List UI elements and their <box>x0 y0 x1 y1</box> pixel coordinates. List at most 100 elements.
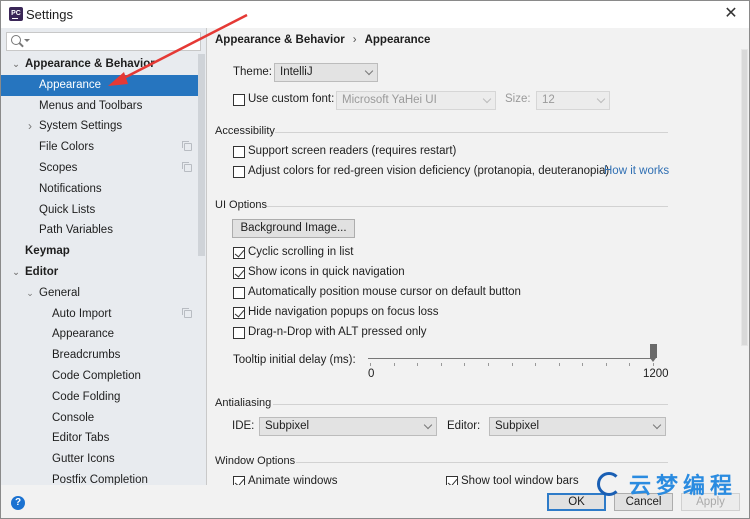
sidebar-item-appearance-behavior[interactable]: ⌄ Appearance & Behavior <box>1 54 198 75</box>
use-custom-font-label: Use custom font: <box>248 93 335 105</box>
sidebar-item-editor-tabs[interactable]: Editor Tabs <box>1 428 198 449</box>
font-size-select[interactable]: 12 <box>536 91 610 110</box>
cyclic-scrolling-label: Cyclic scrolling in list <box>248 246 354 258</box>
ide-antialiasing-select[interactable]: Subpixel <box>259 417 437 436</box>
sidebar-item-notifications[interactable]: Notifications <box>1 179 198 200</box>
window-options-section-title: Window Options <box>215 455 296 467</box>
theme-label: Theme: <box>233 66 272 78</box>
hide-navigation-popups-label: Hide navigation popups on focus loss <box>248 306 439 318</box>
sidebar-item-breadcrumbs[interactable]: Breadcrumbs <box>1 345 198 366</box>
close-button[interactable]: ✕ <box>721 4 741 24</box>
editor-antialiasing-select[interactable]: Subpixel <box>489 417 666 436</box>
sidebar-item-quick-lists[interactable]: Quick Lists <box>1 200 198 221</box>
sidebar-item-label: General <box>39 286 80 299</box>
search-icon <box>11 35 21 45</box>
slider-tick <box>605 363 607 366</box>
sidebar-item-label: Code Folding <box>52 390 121 403</box>
main-panel-scrollbar[interactable] <box>741 49 748 346</box>
sidebar-item-label: Console <box>52 411 95 424</box>
sidebar-item-scopes[interactable]: Scopes <box>1 158 198 179</box>
cyclic-scrolling-checkbox[interactable] <box>233 247 245 259</box>
auto-position-mouse-cursor-label: Automatically position mouse cursor on d… <box>248 286 521 298</box>
custom-font-select[interactable]: Microsoft YaHei UI <box>336 91 496 110</box>
slider-tick <box>558 363 560 366</box>
drag-n-drop-alt-checkbox[interactable] <box>233 327 245 339</box>
chevron-down-icon[interactable]: ⌄ <box>25 283 35 304</box>
animate-windows-checkbox[interactable] <box>233 476 245 485</box>
sidebar-item-code-completion[interactable]: Code Completion <box>1 366 198 387</box>
slider-max-label: 1200 <box>643 368 669 380</box>
use-custom-font-checkbox[interactable] <box>233 94 245 106</box>
sidebar-item-editor[interactable]: ⌄ Editor <box>1 262 198 283</box>
watermark: 云梦编程 <box>597 470 737 499</box>
breadcrumb: Appearance & Behavior › Appearance <box>215 34 430 46</box>
show-tool-window-bars-checkbox[interactable] <box>446 476 458 485</box>
support-screen-readers-checkbox[interactable] <box>233 146 245 158</box>
sidebar-item-file-colors[interactable]: File Colors <box>1 137 198 158</box>
chevron-down-icon <box>482 94 492 104</box>
hide-navigation-popups-checkbox[interactable] <box>233 307 245 319</box>
settings-search-input[interactable] <box>6 32 201 51</box>
sidebar-item-label: Editor Tabs <box>52 432 110 445</box>
sidebar-item-menus-and-toolbars[interactable]: Menus and Toolbars <box>1 96 198 117</box>
slider-tick <box>464 363 466 366</box>
help-icon[interactable]: ? <box>11 496 25 510</box>
sidebar-item-label: Scopes <box>39 161 78 174</box>
sidebar-item-postfix-completion[interactable]: Postfix Completion <box>1 470 198 485</box>
theme-select-value: IntelliJ <box>280 66 313 78</box>
slider-thumb[interactable] <box>650 344 657 362</box>
sidebar-item-label: Postfix Completion <box>52 473 148 485</box>
antialiasing-section-title: Antialiasing <box>215 397 272 409</box>
chevron-down-icon <box>364 66 374 76</box>
sidebar-item-label: Appearance <box>52 328 115 341</box>
section-divider <box>296 462 668 463</box>
project-scope-copy-icon <box>182 307 192 318</box>
sidebar-item-label: System Settings <box>39 120 123 133</box>
sidebar-item-appearance[interactable]: Appearance <box>1 74 198 96</box>
how-it-works-link[interactable]: How it works <box>604 165 669 177</box>
show-icons-quick-navigation-label: Show icons in quick navigation <box>248 266 405 278</box>
sidebar-item-label: Quick Lists <box>39 203 96 216</box>
background-image-button[interactable]: Background Image... <box>232 219 355 238</box>
slider-tick <box>629 363 631 366</box>
editor-antialiasing-value: Subpixel <box>495 420 540 432</box>
sidebar-item-label: Keymap <box>25 245 70 258</box>
sidebar-item-label: Breadcrumbs <box>52 349 121 362</box>
slider-tick <box>393 363 395 366</box>
sidebar-item-gutter-icons[interactable]: Gutter Icons <box>1 449 198 470</box>
sidebar-item-appearance[interactable]: Appearance <box>1 324 198 345</box>
sidebar-scrollbar[interactable] <box>198 54 205 256</box>
slider-track[interactable] <box>368 358 654 359</box>
sidebar-item-label: Menus and Toolbars <box>39 99 143 112</box>
title-bar: PC Settings ✕ <box>1 1 749 28</box>
sidebar-item-code-folding[interactable]: Code Folding <box>1 387 198 408</box>
custom-font-select-value: Microsoft YaHei UI <box>342 94 437 106</box>
sidebar-item-system-settings[interactable]: › System Settings <box>1 116 198 137</box>
settings-tree: ⌄ Appearance & Behavior Appearance Menus an… <box>1 54 198 485</box>
auto-position-mouse-cursor-checkbox[interactable] <box>233 287 245 299</box>
adjust-colors-checkbox[interactable] <box>233 166 245 178</box>
chevron-down-icon <box>423 420 433 430</box>
show-icons-quick-navigation-checkbox[interactable] <box>233 267 245 279</box>
theme-select[interactable]: IntelliJ <box>274 63 378 82</box>
sidebar-item-label: Appearance <box>39 78 102 91</box>
chevron-down-icon[interactable]: ⌄ <box>11 262 21 283</box>
slider-tick <box>370 363 371 366</box>
sidebar-item-auto-import[interactable]: Auto Import <box>1 304 198 325</box>
font-size-label: Size: <box>505 93 531 105</box>
chevron-down-icon <box>652 420 662 430</box>
sidebar-item-label: Editor <box>25 265 59 278</box>
sidebar-item-path-variables[interactable]: Path Variables <box>1 220 198 241</box>
sidebar-item-console[interactable]: Console <box>1 408 198 429</box>
sidebar-item-keymap[interactable]: Keymap <box>1 241 198 262</box>
search-options-caret-icon[interactable] <box>24 39 30 42</box>
ui-options-section-title: UI Options <box>215 199 267 211</box>
project-scope-copy-icon <box>182 141 192 152</box>
chevron-down-icon[interactable]: ⌄ <box>11 54 21 75</box>
settings-dialog: PC Settings ✕ ⌄ Appearance & Behavior Appe… <box>0 0 750 519</box>
chevron-right-icon[interactable]: › <box>25 116 35 137</box>
sidebar-item-label: Appearance & Behavior <box>25 58 155 70</box>
slider-tick <box>582 363 584 366</box>
sidebar-item-general[interactable]: ⌄ General <box>1 283 198 304</box>
animate-windows-label: Animate windows <box>248 475 338 485</box>
